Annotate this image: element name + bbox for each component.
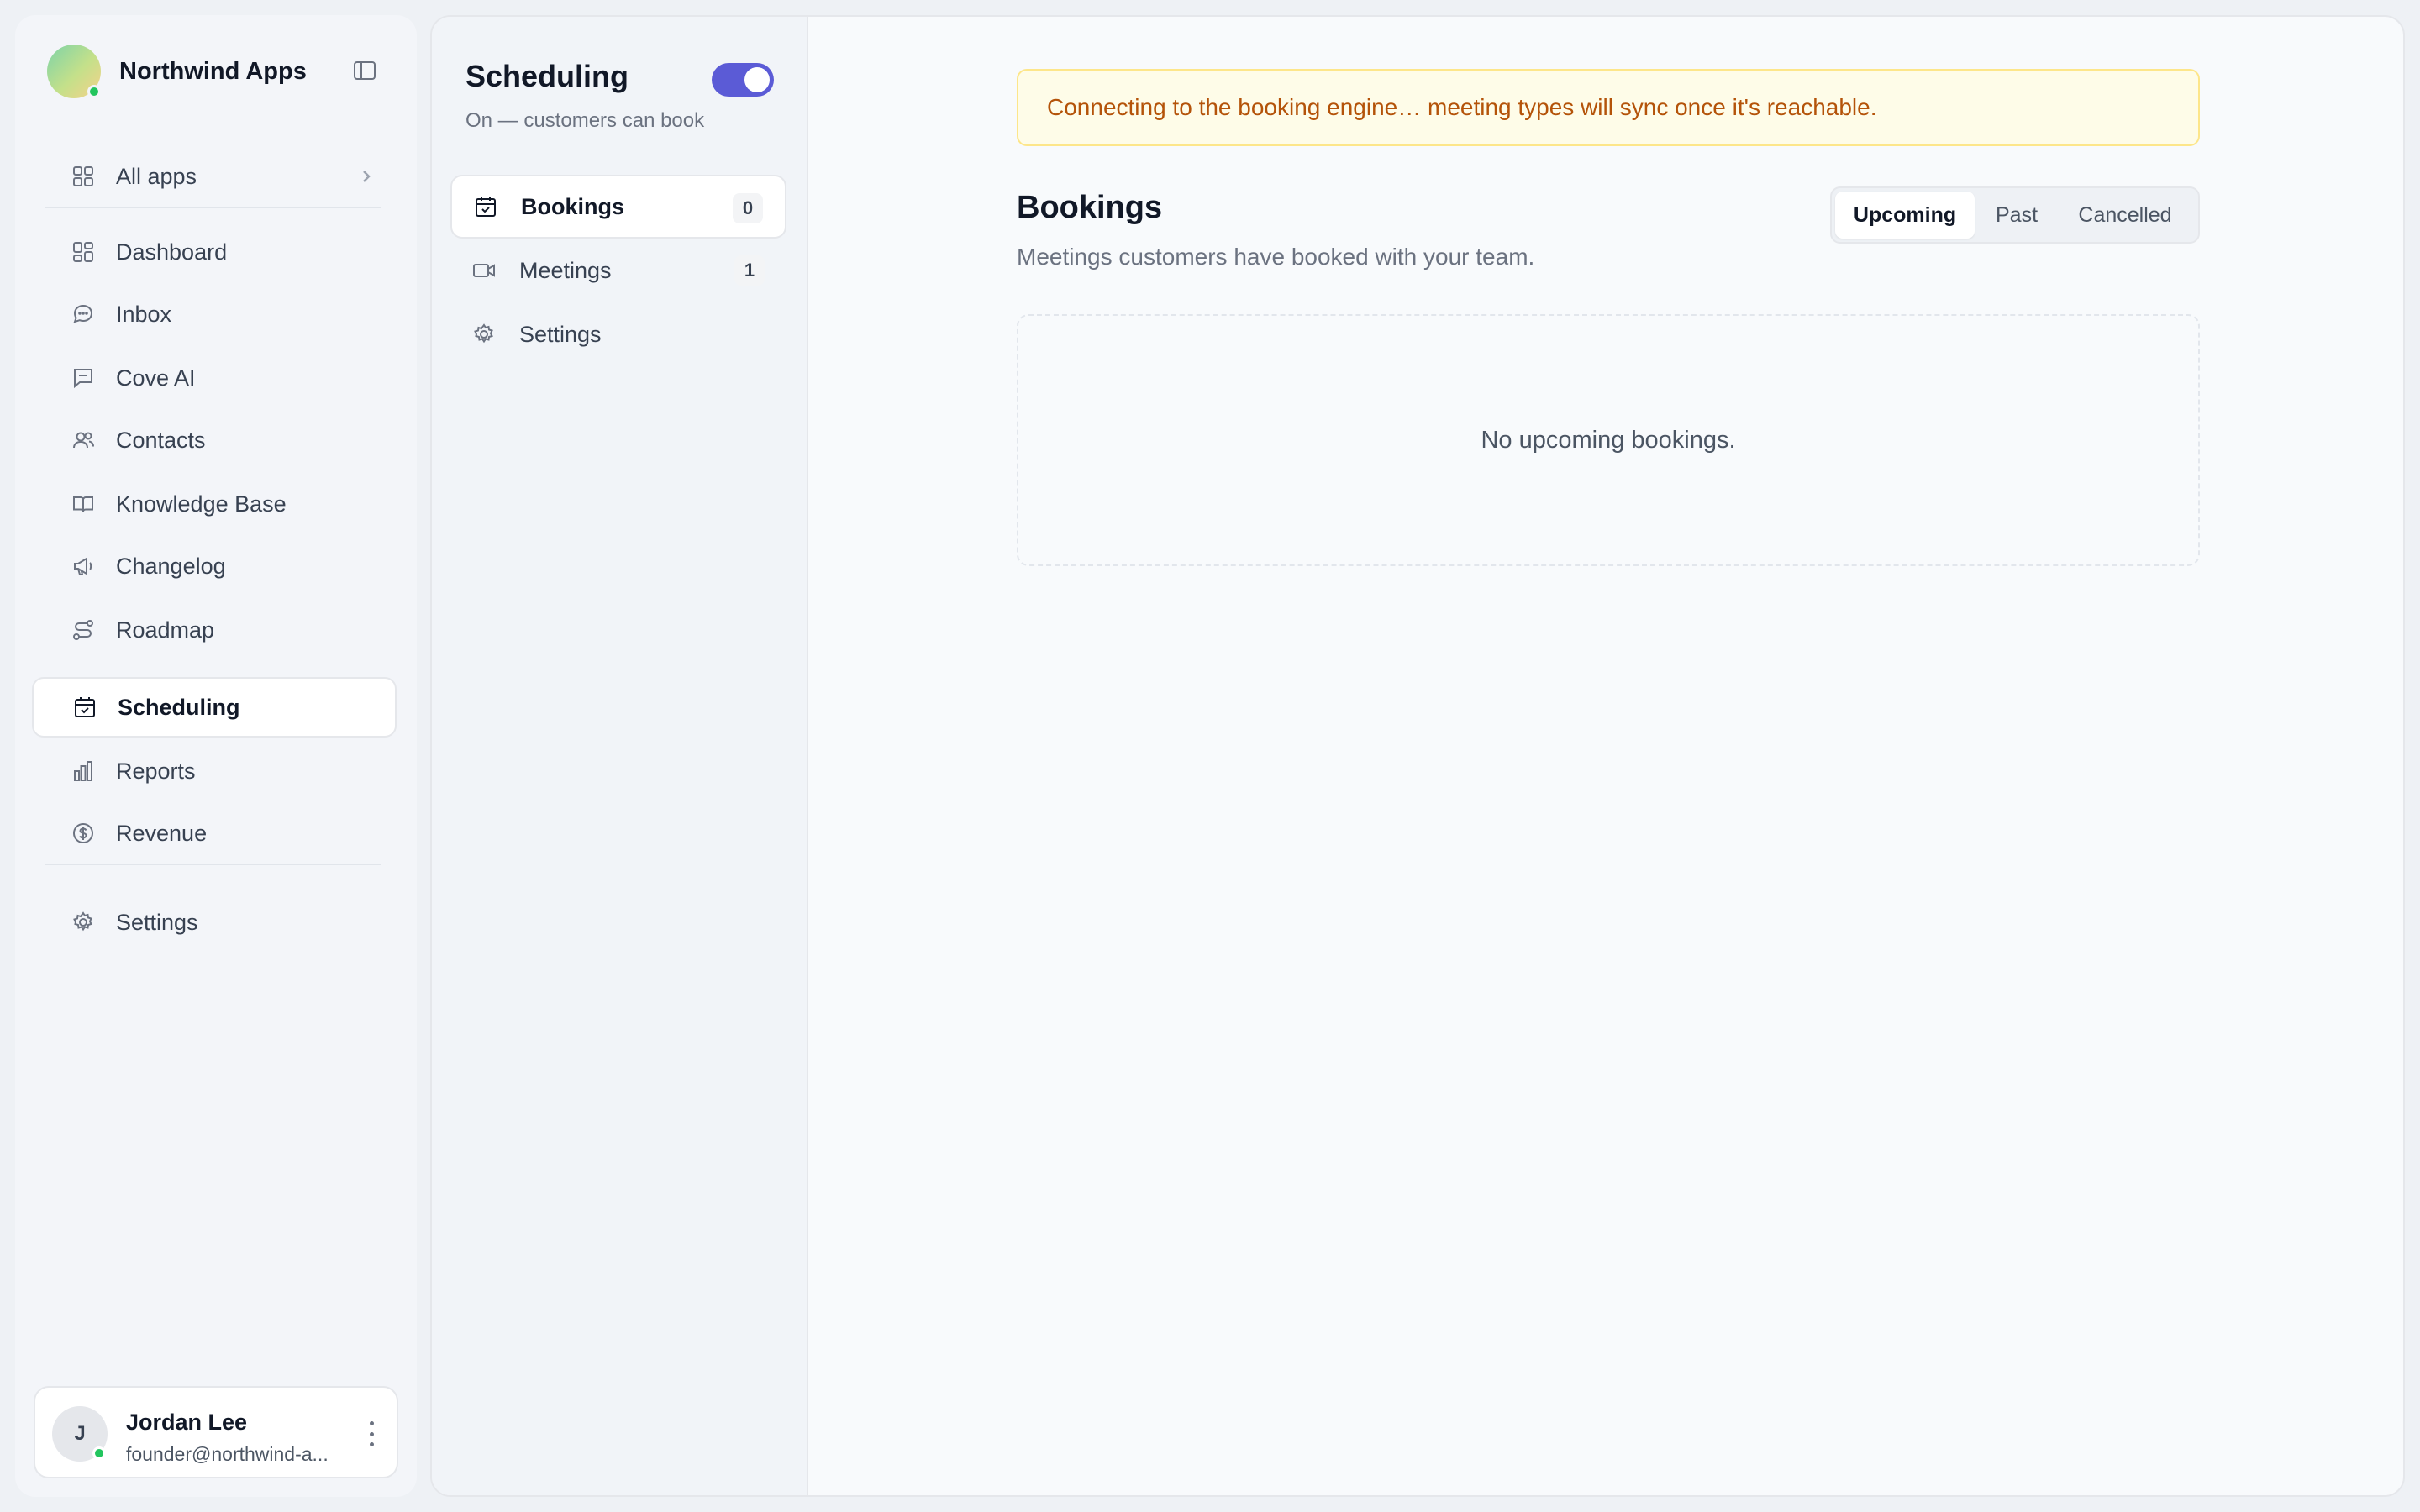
scheduling-subnav: Scheduling On — customers can book Booki…	[432, 17, 808, 1495]
page-title: Bookings	[1017, 190, 1163, 225]
sidebar-item-changelog[interactable]: Changelog	[32, 536, 397, 596]
empty-state-text: No upcoming bookings.	[1481, 426, 1736, 454]
connection-alert: Connecting to the booking engine… meetin…	[1017, 69, 2200, 146]
calendar-check-icon	[472, 193, 499, 220]
online-indicator	[87, 85, 101, 98]
chevron-right-icon	[358, 166, 375, 186]
calendar-check-icon	[71, 693, 99, 722]
subnav-item-label: Meetings	[519, 257, 612, 283]
sidebar-item-label: Knowledge Base	[116, 491, 287, 517]
empty-state: No upcoming bookings.	[1017, 314, 2200, 566]
grid-icon	[69, 162, 97, 191]
sidebar-item-label: Revenue	[116, 820, 208, 846]
chat-icon	[69, 300, 97, 328]
sidebar-item-cove-ai[interactable]: Cove AI	[32, 348, 397, 408]
avatar-initial: J	[74, 1422, 86, 1445]
tab-past[interactable]: Past	[1975, 192, 2059, 239]
toggle-knob	[744, 67, 770, 92]
more-vertical-icon[interactable]	[368, 1421, 375, 1446]
sidebar-item-knowledge-base[interactable]: Knowledge Base	[32, 474, 397, 534]
gear-icon	[471, 321, 497, 348]
all-apps-link[interactable]: All apps	[32, 146, 397, 207]
subnav-item-meetings[interactable]: Meetings 1	[450, 239, 786, 302]
dashboard-icon	[69, 238, 97, 266]
scheduling-toggle[interactable]	[712, 63, 774, 97]
user-card[interactable]: J Jordan Lee founder@northwind-a...	[34, 1386, 398, 1478]
megaphone-icon	[69, 552, 97, 580]
avatar: J	[52, 1406, 108, 1462]
page-subtitle: Meetings customers have booked with your…	[1017, 244, 1535, 270]
book-icon	[69, 490, 97, 518]
online-indicator	[92, 1446, 106, 1460]
message-square-icon	[69, 364, 97, 392]
sidebar-item-scheduling[interactable]: Scheduling	[32, 677, 397, 738]
sidebar-item-label: Contacts	[116, 427, 206, 453]
count-badge: 1	[734, 255, 765, 286]
subnav-item-settings[interactable]: Settings	[450, 302, 786, 366]
subnav-title: Scheduling	[466, 59, 629, 93]
user-name: Jordan Lee	[126, 1410, 248, 1435]
sidebar-item-label: Cove AI	[116, 365, 196, 391]
brand[interactable]: Northwind Apps	[47, 44, 307, 99]
user-email: founder@northwind-a...	[126, 1443, 329, 1465]
sidebar-item-label: Scheduling	[118, 694, 240, 720]
subnav-item-bookings[interactable]: Bookings 0	[450, 175, 786, 239]
video-icon	[471, 257, 497, 284]
sidebar-toggle-icon[interactable]	[351, 57, 378, 84]
sidebar-item-label: Settings	[116, 909, 198, 935]
app-sidebar: Northwind Apps All apps Dashboard Inbox …	[15, 15, 417, 1497]
sidebar-item-contacts[interactable]: Contacts	[32, 410, 397, 470]
sidebar-item-label: Roadmap	[116, 617, 215, 643]
main-panel: Scheduling On — customers can book Booki…	[430, 15, 2405, 1497]
sidebar-item-inbox[interactable]: Inbox	[32, 284, 397, 344]
tab-cancelled[interactable]: Cancelled	[2059, 192, 2191, 239]
sidebar-item-label: Dashboard	[116, 239, 228, 265]
sidebar-item-settings[interactable]: Settings	[32, 892, 397, 953]
subnav-item-label: Settings	[519, 321, 602, 347]
tab-upcoming[interactable]: Upcoming	[1835, 192, 1975, 239]
bar-chart-icon	[69, 757, 97, 785]
sidebar-item-dashboard[interactable]: Dashboard	[32, 222, 397, 282]
subnav-item-label: Bookings	[521, 193, 625, 219]
dollar-circle-icon	[69, 819, 97, 848]
sidebar-item-revenue[interactable]: Revenue	[32, 803, 397, 864]
route-icon	[69, 616, 97, 644]
brand-name: Northwind Apps	[119, 57, 307, 85]
users-icon	[69, 426, 97, 454]
divider	[45, 207, 381, 208]
gear-icon	[69, 908, 97, 937]
sidebar-item-label: Reports	[116, 758, 196, 784]
sidebar-item-label: Changelog	[116, 553, 226, 579]
sidebar-item-label: Inbox	[116, 301, 172, 327]
subnav-status: On — customers can book	[466, 109, 705, 132]
sidebar-item-roadmap[interactable]: Roadmap	[32, 600, 397, 660]
brand-logo	[47, 45, 101, 98]
divider	[45, 864, 381, 865]
sidebar-item-reports[interactable]: Reports	[32, 741, 397, 801]
all-apps-label: All apps	[116, 163, 197, 189]
count-badge: 0	[733, 193, 763, 223]
bookings-filter-tabs: Upcoming Past Cancelled	[1830, 186, 2200, 244]
